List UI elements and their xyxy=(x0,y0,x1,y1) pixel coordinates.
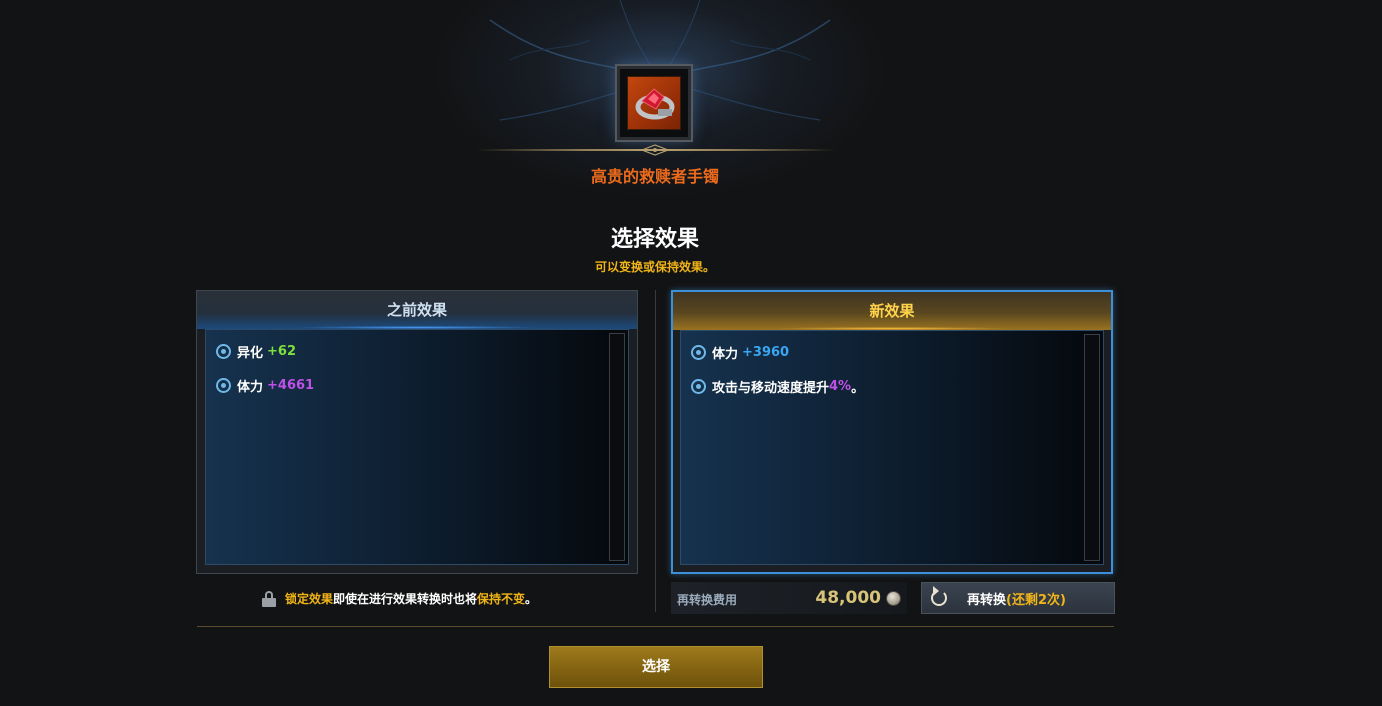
new-effect-list: 体力 +3960 攻击与移动速度提升 4% 。 xyxy=(680,330,1104,565)
effect-label: 体力 xyxy=(712,346,739,362)
lock-note: 锁定效果 即使在进行效果转换时也将 保持不变 。 xyxy=(262,590,537,607)
effect-label: 体力 xyxy=(237,379,264,395)
scrollbar[interactable] xyxy=(609,333,625,561)
previous-effect-panel[interactable]: 之前效果 异化 +62 体力 +4661 xyxy=(196,290,638,574)
reroll-label: 再转换 xyxy=(967,592,1007,608)
swirl-icon xyxy=(691,344,706,360)
item-name: 高贵的救赎者手镯 xyxy=(590,167,719,186)
previous-effect-title: 之前效果 xyxy=(197,291,637,329)
page-subtitle: 可以变换或保持效果。 xyxy=(594,260,715,274)
swirl-icon xyxy=(216,377,231,393)
effect-value: +3960 xyxy=(742,344,790,360)
effect-value: 4% xyxy=(829,378,852,394)
reroll-cost-amount: 48,000 xyxy=(815,588,881,608)
new-effect-panel[interactable]: 新效果 体力 +3960 攻击与移动速度提升 4% 。 xyxy=(671,290,1113,574)
page-title: 选择效果 xyxy=(610,227,699,252)
reroll-cost: 再转换费用 48,000 xyxy=(671,582,907,614)
reroll-cost-label: 再转换费用 xyxy=(677,593,738,607)
lock-note-text: 。 xyxy=(525,592,538,606)
lock-note-highlight: 保持不变 xyxy=(477,592,526,606)
effect-row: 体力 +3960 xyxy=(691,341,864,363)
effect-suffix: 。 xyxy=(851,380,865,396)
new-effect-title: 新效果 xyxy=(673,292,1111,330)
effect-row: 体力 +4661 xyxy=(216,374,314,396)
silver-coin-icon xyxy=(886,591,901,606)
refresh-icon xyxy=(931,590,947,606)
lock-note-text: 即使在进行效果转换时也将 xyxy=(333,592,478,606)
bracelet-icon xyxy=(627,76,681,130)
divider-ornament-icon xyxy=(640,144,670,156)
scrollbar[interactable] xyxy=(1084,334,1100,561)
reroll-remaining: (还剩2次) xyxy=(1006,592,1066,608)
lock-icon xyxy=(262,590,276,607)
select-button[interactable]: 选择 xyxy=(549,646,763,688)
swirl-icon xyxy=(691,378,706,394)
lock-note-highlight: 锁定效果 xyxy=(285,592,334,606)
swirl-icon xyxy=(216,343,231,359)
panel-separator xyxy=(655,290,656,612)
effect-label: 攻击与移动速度提升 xyxy=(712,380,830,396)
reroll-button[interactable]: 再转换 (还剩2次) xyxy=(921,582,1115,614)
effect-row: 攻击与移动速度提升 4% 。 xyxy=(691,375,864,397)
previous-effect-list: 异化 +62 体力 +4661 xyxy=(205,329,629,565)
effect-label: 异化 xyxy=(237,345,264,361)
item-slot xyxy=(617,66,691,140)
footer-separator xyxy=(197,626,1114,627)
effect-value: +4661 xyxy=(267,377,315,393)
effect-value: +62 xyxy=(267,343,296,359)
effect-row: 异化 +62 xyxy=(216,340,314,362)
